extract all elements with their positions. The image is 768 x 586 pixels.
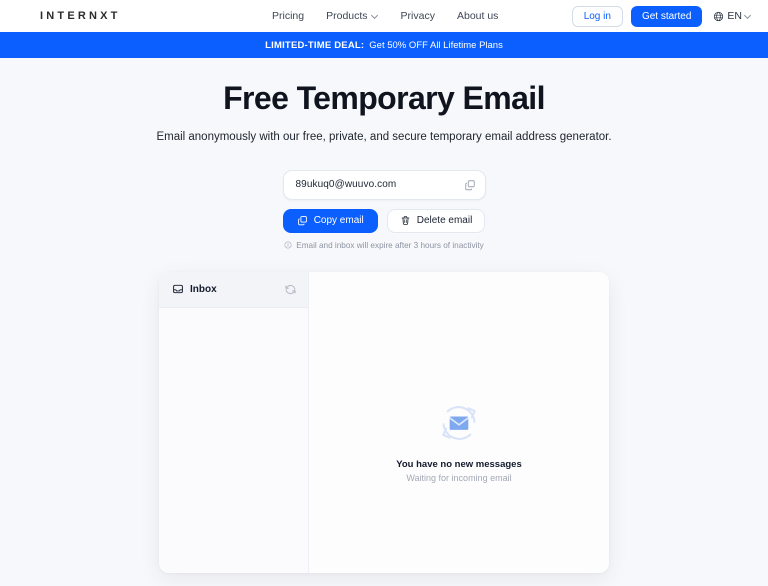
inbox-section: Inbox You have no new messages Waiting f… (0, 271, 768, 573)
login-button[interactable]: Log in (571, 5, 623, 27)
nav-item-pricing[interactable]: Pricing (272, 10, 304, 22)
promo-label: LIMITED-TIME DEAL: (265, 39, 365, 51)
globe-icon (714, 11, 724, 21)
delete-email-label: Delete email (416, 215, 473, 227)
email-address-value: 89ukuq0@wuuvo.com (295, 179, 397, 191)
inbox-title: Inbox (172, 283, 217, 295)
inbox-title-label: Inbox (190, 283, 217, 295)
empty-state-subtitle: Waiting for incoming email (406, 473, 512, 484)
copy-email-button[interactable]: Copy email (282, 208, 378, 233)
inbox-sidebar-header: Inbox (159, 271, 308, 308)
empty-state-icon (396, 397, 521, 449)
trash-icon (401, 216, 410, 226)
brand-logo[interactable]: INTERNXT (40, 10, 121, 22)
hero-section: Free Temporary Email Email anonymously w… (0, 58, 768, 143)
inbox-sidebar: Inbox (159, 271, 309, 573)
nav-item-label: Privacy (400, 10, 435, 22)
page-subtitle: Email anonymously with our free, private… (156, 130, 612, 143)
nav-item-products[interactable]: Products (326, 10, 378, 22)
promo-text: Get 50% OFF All Lifetime Plans (369, 39, 503, 51)
nav-item-label: Products (326, 10, 368, 22)
page-title: Free Temporary Email (223, 80, 545, 116)
promo-banner[interactable]: LIMITED-TIME DEAL: Get 50% OFF All Lifet… (0, 32, 768, 58)
email-actions: Copy email Delete email (282, 208, 486, 233)
nav-item-label: Pricing (272, 10, 305, 22)
inbox-icon (173, 285, 183, 294)
top-navbar: INTERNXT Pricing Products Privacy About … (0, 0, 768, 32)
copy-email-label: Copy email (313, 215, 364, 227)
copy-icon (297, 216, 307, 226)
primary-navigation: Pricing Products Privacy About us (272, 0, 498, 32)
refresh-inbox-button[interactable] (284, 283, 297, 296)
inbox-empty-state: You have no new messages Waiting for inc… (396, 397, 522, 484)
email-address-field[interactable]: 89ukuq0@wuuvo.com (282, 169, 486, 200)
navbar-actions: Log in Get started EN (571, 0, 752, 32)
chevron-down-icon (372, 12, 379, 19)
copy-icon[interactable] (464, 179, 476, 191)
expiry-note: Email and inbox will expire after 3 hour… (284, 241, 484, 250)
get-started-button[interactable]: Get started (630, 5, 703, 27)
inbox-message-list[interactable] (159, 307, 308, 573)
nav-item-label: About us (456, 10, 499, 22)
delete-email-button[interactable]: Delete email (386, 208, 486, 233)
nav-item-about-us[interactable]: About us (457, 10, 498, 22)
nav-item-privacy[interactable]: Privacy (401, 10, 435, 22)
info-icon (284, 241, 292, 249)
temporary-email-widget: 89ukuq0@wuuvo.com Copy email Delete emai… (0, 169, 768, 250)
empty-state-title: You have no new messages (396, 459, 522, 471)
inbox-card: Inbox You have no new messages Waiting f… (159, 271, 609, 573)
expiry-note-text: Email and inbox will expire after 3 hour… (296, 240, 484, 250)
inbox-preview-pane: You have no new messages Waiting for inc… (309, 271, 609, 573)
refresh-icon (285, 284, 296, 294)
chevron-down-icon (745, 12, 752, 19)
language-selector[interactable]: EN (713, 10, 752, 22)
language-label: EN (727, 10, 742, 22)
envelope-icon (449, 416, 469, 431)
